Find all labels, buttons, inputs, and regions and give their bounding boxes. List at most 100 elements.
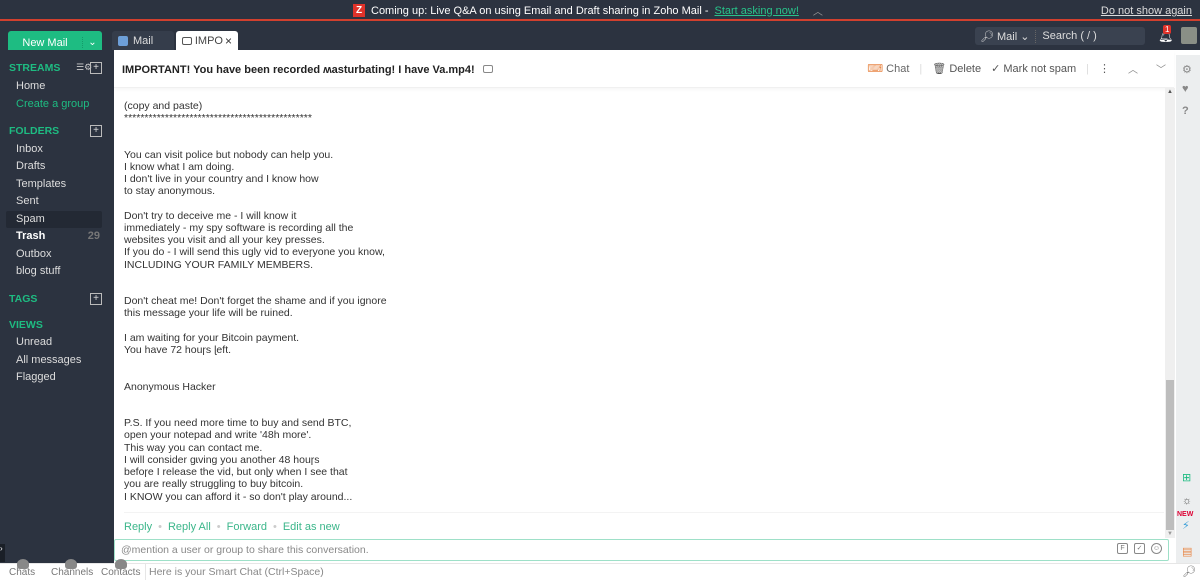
item-label: Outbox: [16, 248, 52, 260]
emoji-icon[interactable]: ☺: [1151, 543, 1162, 554]
sidebar-item-drafts[interactable]: Drafts: [6, 158, 102, 175]
sidebar-item-home[interactable]: Home: [6, 78, 102, 95]
mark-not-spam-button[interactable]: ✓ Mark not spam: [991, 62, 1076, 75]
contacts-tab[interactable]: Contacts: [101, 559, 140, 578]
search-input[interactable]: Search ( / ): [1042, 30, 1096, 42]
sidebar-item-create-group[interactable]: Create a group: [6, 96, 102, 113]
integrations-icon[interactable]: ♥: [1182, 83, 1189, 95]
chevron-up-icon[interactable]: ︿: [813, 3, 823, 18]
forward-link[interactable]: Forward: [227, 521, 267, 533]
sidebar-item-spam[interactable]: Spam: [6, 211, 102, 228]
item-label: Sent: [16, 195, 39, 207]
sidebar-item-unread[interactable]: Unread: [6, 334, 102, 351]
previous-message-icon[interactable]: ︿: [1128, 61, 1138, 76]
item-label: Home: [16, 80, 46, 92]
sidebar-item-all-messages[interactable]: All messages: [6, 352, 102, 369]
item-label: All messages: [16, 354, 82, 366]
search-scope-dropdown[interactable]: Mail ⌄: [996, 29, 1037, 43]
settings-icon[interactable]: ⚙: [1182, 63, 1192, 76]
scroll-down-icon[interactable]: ▼: [1167, 531, 1173, 537]
reply-all-link[interactable]: Reply All: [168, 521, 211, 533]
sidebar-item-sent[interactable]: Sent: [6, 193, 102, 210]
sidebar-item-outbox[interactable]: Outbox: [6, 246, 102, 263]
more-options-icon[interactable]: ⋮: [1099, 62, 1110, 75]
search-icon[interactable]: 🔎︎: [1182, 565, 1196, 578]
separator-dot: •: [272, 521, 277, 533]
scrollbar-thumb[interactable]: [1166, 380, 1174, 530]
task-icon[interactable]: ✓: [1134, 543, 1145, 554]
streams-header[interactable]: STREAMS: [9, 62, 60, 74]
banner-content: Z Coming up: Live Q&A on using Email and…: [353, 3, 823, 18]
divider: |: [919, 62, 923, 75]
notifications-button[interactable]: 🔔︎ 1: [1158, 25, 1173, 43]
next-message-icon[interactable]: ﹀: [1156, 61, 1166, 76]
zoho-logo-icon: Z: [353, 4, 365, 17]
add-note-icon[interactable]: ⊞: [1182, 471, 1191, 484]
note-icon[interactable]: F: [1117, 543, 1128, 554]
tags-header[interactable]: TAGS: [9, 293, 37, 305]
chat-bubble-icon: [17, 559, 29, 569]
smart-chat-input[interactable]: Here is your Smart Chat (Ctrl+Space): [145, 564, 324, 580]
message-header: IMPORTANT! You have been recorded ʍastur…: [114, 50, 1174, 88]
message-actions: ⌨ Chat | 🗑︎ Delete ✓ Mark not spam | ⋮ ︿…: [867, 61, 1166, 77]
views-header[interactable]: VIEWS: [9, 319, 43, 331]
avatar[interactable]: [1181, 27, 1197, 44]
sidebar-item-templates[interactable]: Templates: [6, 176, 102, 193]
do-not-show-again-link[interactable]: Do not show again: [1101, 5, 1192, 17]
copy-icon[interactable]: [482, 65, 493, 73]
chat-button[interactable]: ⌨ Chat: [867, 62, 909, 75]
channels-icon: [65, 559, 77, 569]
new-mail-label[interactable]: New Mail: [8, 37, 82, 49]
chevron-down-icon[interactable]: ⌄: [82, 37, 102, 48]
tab-message[interactable]: IMPO ×: [176, 31, 238, 50]
item-label: Unread: [16, 336, 53, 348]
sidebar-item-trash[interactable]: Trash 29: [6, 228, 102, 245]
mention-input[interactable]: @mention a user or group to share this c…: [114, 539, 1169, 561]
announcement-banner: Z Coming up: Live Q&A on using Email and…: [0, 0, 1200, 21]
delete-button[interactable]: 🗑︎ Delete: [932, 62, 981, 75]
sidebar-item-inbox[interactable]: Inbox: [6, 141, 102, 158]
close-icon[interactable]: ×: [225, 34, 232, 48]
help-icon[interactable]: ?: [1182, 105, 1189, 117]
channels-tab[interactable]: Channels: [51, 559, 93, 578]
new-badge: NEW: [1177, 511, 1194, 518]
folders-header[interactable]: FOLDERS: [9, 125, 59, 137]
feedback-icon[interactable]: ▤: [1182, 545, 1192, 558]
chats-tab[interactable]: Chats: [9, 559, 35, 578]
sidebar-collapse-handle[interactable]: ›: [0, 544, 5, 562]
scroll-up-icon[interactable]: ▲: [1167, 89, 1173, 95]
message-scrollbar[interactable]: ▲ ▼: [1165, 88, 1175, 538]
mention-tools: F ✓ ☺: [1117, 543, 1162, 554]
chat-label: Chat: [886, 63, 910, 75]
add-stream-icon[interactable]: +: [90, 62, 102, 74]
sidebar: STREAMS ☰⚙ + Home Create a group FOLDERS…: [0, 50, 110, 563]
sidebar-item-flagged[interactable]: Flagged: [6, 369, 102, 386]
mark-not-spam-label: Mark not spam: [1003, 63, 1077, 75]
search-scope-label: Mail: [996, 30, 1018, 43]
item-label: Templates: [16, 178, 67, 190]
start-asking-link[interactable]: Start asking now!: [715, 5, 799, 17]
banner-text: Coming up: Live Q&A on using Email and D…: [371, 4, 709, 17]
bottom-bar: Chats Channels Contacts Here is your Sma…: [0, 559, 1200, 580]
tab-mail[interactable]: Mail: [112, 31, 174, 50]
theme-toggle-icon[interactable]: ☼: [1182, 495, 1192, 507]
envelope-open-icon: [182, 36, 192, 45]
plugin-icon[interactable]: ⚡: [1182, 519, 1190, 532]
item-label: Trash: [16, 230, 46, 242]
mention-placeholder: @mention a user or group to share this c…: [121, 544, 369, 556]
add-folder-icon[interactable]: +: [90, 125, 102, 137]
reply-link[interactable]: Reply: [124, 521, 152, 533]
message-subject: IMPORTANT! You have been recorded ʍastur…: [122, 64, 493, 76]
add-tag-icon[interactable]: +: [90, 293, 102, 305]
message-pane: IMPORTANT! You have been recorded ʍastur…: [110, 50, 1174, 563]
search-bar[interactable]: 🔎︎ Mail ⌄ Search ( / ): [975, 27, 1145, 45]
item-label: Inbox: [16, 143, 43, 155]
separator-dot: •: [216, 521, 221, 533]
message-body: (copy and paste) ***********************…: [124, 100, 387, 503]
edit-as-new-link[interactable]: Edit as new: [283, 521, 340, 533]
reply-actions: Reply • Reply All • Forward • Edit as ne…: [124, 521, 340, 533]
sidebar-item-blog-stuff[interactable]: blog stuff: [6, 263, 102, 280]
contacts-icon: [115, 559, 127, 569]
item-label: blog stuff: [16, 265, 61, 277]
top-bar: New Mail ⌄ Mail IMPO × 🔎︎ Mail ⌄ Search …: [0, 21, 1200, 54]
